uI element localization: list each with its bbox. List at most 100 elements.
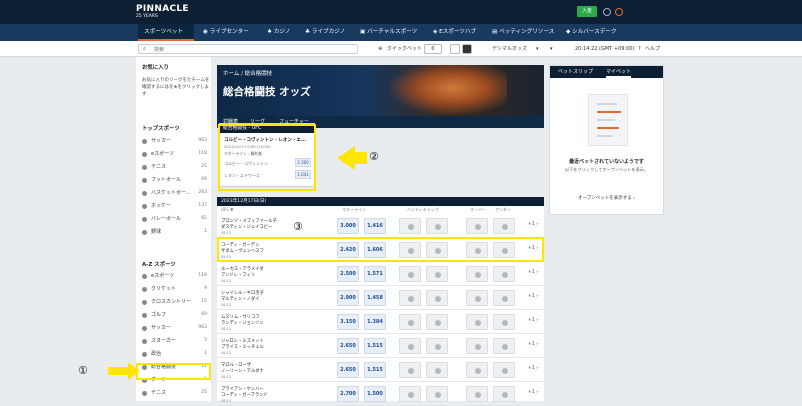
- sport-icon: [142, 325, 147, 331]
- table-row[interactable]: ブライアン・ケレハー コーディ・ガーブランド 08:15 2.700 1.500 +1 ›: [217, 383, 544, 406]
- odds-button-2[interactable]: 1.384: [364, 314, 386, 330]
- locked-odds: [466, 266, 488, 282]
- sidebar-item-top[interactable]: サッカー 963: [142, 136, 207, 146]
- tab-bet-slip[interactable]: ベットスリップ: [558, 66, 593, 78]
- lock-icon: [502, 320, 508, 326]
- nav-item-betting-resources[interactable]: ▤ ベッティングリソース: [492, 24, 554, 41]
- table-row[interactable]: ブロンゾ・メフィファール子 ダスティン・ジェイコビー 08:15 3.000 1.416…: [217, 215, 544, 238]
- table-row[interactable]: ルーカス・アラメイダ アンドレ・フィリ 08:15 2.500 1.571 +1 ›: [217, 263, 544, 286]
- language-select[interactable]: ▾: [550, 44, 553, 54]
- sidebar-item-az[interactable]: テニス 25: [142, 388, 207, 398]
- notification-icon[interactable]: [615, 8, 623, 16]
- nav-item-esports-hub[interactable]: ◈ Eスポーツハブ: [433, 24, 476, 41]
- sidebar-item-top[interactable]: ホッケー 137: [142, 201, 207, 211]
- sidebar-item-top[interactable]: バスケットボー... 263: [142, 188, 207, 198]
- sidebar-item-count: 15: [201, 299, 207, 304]
- help-link[interactable]: ヘルプ: [645, 44, 660, 54]
- lock-icon: [408, 320, 414, 326]
- sidebar-item-az[interactable]: 政治 1: [142, 349, 207, 359]
- sidebar-item-label: eスポーツ: [151, 273, 174, 279]
- more-markets-link[interactable]: +1 ›: [528, 318, 538, 323]
- locked-odds: [426, 218, 448, 234]
- tab-my-bets[interactable]: マイベット: [606, 66, 632, 78]
- nav-live-casino-icon: ♣: [305, 29, 312, 35]
- more-markets-link[interactable]: +1 ›: [528, 366, 538, 371]
- odds-button-2[interactable]: 1.515: [364, 362, 386, 378]
- odds-button-2[interactable]: 1.416: [364, 218, 386, 234]
- nav-item-sportsbet[interactable]: スポーツベット: [138, 24, 194, 41]
- sidebar-item-label: サッカー: [151, 138, 172, 144]
- toolbar: ⌕ 検索 ⊕ クイックベット 0 デシマルオッズ ▾ ▾ 20:14:22 (G…: [0, 41, 802, 57]
- lock-icon: [475, 224, 481, 230]
- odds-format-select[interactable]: デシマルオッズ: [492, 44, 527, 54]
- sidebar-item-az[interactable]: eスポーツ 118: [142, 271, 207, 281]
- sidebar-item-label: テニス: [151, 164, 167, 170]
- odds-button-1[interactable]: 2.650: [337, 362, 359, 378]
- table-row[interactable]: ジャロシ・ミズメット プライス・ミッチェル 08:15 2.650 1.515 +1 ›: [217, 335, 544, 358]
- breadcrumb[interactable]: ホーム / 総合格闘技: [223, 69, 272, 77]
- nav-item-live-casino[interactable]: ♣ ライブカジノ: [305, 24, 345, 41]
- sidebar-item-label: バレーボール: [151, 216, 182, 222]
- sidebar-item-az[interactable]: サッカー 963: [142, 323, 207, 333]
- table-row[interactable]: マロル・ローザ ノーリーン・アルダナ 08:15 2.650 1.515 +1 ›: [217, 359, 544, 382]
- nav-item-live-center[interactable]: ◉ ライブセンター: [203, 24, 249, 41]
- brand-subtitle: 25 YEARS: [136, 14, 158, 19]
- account-icon[interactable]: [603, 8, 611, 16]
- odds-button-2[interactable]: 1.515: [364, 338, 386, 354]
- league-filter[interactable]: UFC ▼: [221, 207, 233, 212]
- deposit-button[interactable]: 入金: [577, 6, 597, 17]
- sidebar-item-top[interactable]: テニス 25: [142, 162, 207, 172]
- sidebar-item-top[interactable]: 野球 1: [142, 227, 207, 237]
- annotation-arrow-2-shaft: [353, 152, 367, 164]
- more-markets-link[interactable]: +1 ›: [528, 270, 538, 275]
- odds-button-1[interactable]: 2.700: [337, 386, 359, 402]
- annotation-box-2: [218, 124, 316, 191]
- search-input[interactable]: ⌕ 検索: [138, 44, 358, 54]
- light-mode-toggle[interactable]: [450, 44, 460, 54]
- nav-item-silver-club[interactable]: ◆ シルバースデーク: [566, 24, 617, 41]
- lock-icon: [408, 224, 414, 230]
- sidebar-item-label: バスケットボー...: [151, 190, 191, 196]
- nav-item-virtual-sports[interactable]: ▣ バーチャルスポーツ: [360, 24, 417, 41]
- nav-item-casino[interactable]: ♠ カジノ: [267, 24, 290, 41]
- sidebar-item-az[interactable]: クロスカントリー 15: [142, 297, 207, 307]
- odds-button-1[interactable]: 3.000: [337, 218, 359, 234]
- odds-button-2[interactable]: 1.500: [364, 386, 386, 402]
- player-2-name: プライス・ミッチェル: [221, 345, 264, 350]
- table-row[interactable]: シャイレル・ギロ宝子 マルティン・ノダイ 08:15 2.900 1.458 +1 ›: [217, 287, 544, 310]
- dark-mode-toggle[interactable]: [462, 44, 472, 54]
- sidebar-item-az[interactable]: クリケット 9: [142, 284, 207, 294]
- locked-odds: [399, 218, 421, 234]
- sidebar-item-count: 963: [198, 138, 207, 143]
- locked-odds: [399, 338, 421, 354]
- odds-button-1[interactable]: 2.650: [337, 338, 359, 354]
- show-open-bets-link[interactable]: オープンベットを表示する ›: [550, 195, 663, 201]
- odds-button-1[interactable]: 3.150: [337, 314, 359, 330]
- odds-button-2[interactable]: 1.458: [364, 290, 386, 306]
- odds-button-1[interactable]: 2.900: [337, 290, 359, 306]
- sidebar-item-count: 1: [204, 351, 207, 356]
- odds-button-1[interactable]: 2.500: [337, 266, 359, 282]
- lock-icon: [408, 296, 414, 302]
- sidebar-item-count: 963: [198, 325, 207, 330]
- sidebar-item-top[interactable]: バレーボール 65: [142, 214, 207, 224]
- sidebar-item-top[interactable]: eスポーツ 118: [142, 149, 207, 159]
- locked-odds: [426, 338, 448, 354]
- col-handicap: ハンディキャップ: [407, 207, 439, 212]
- sidebar-item-az[interactable]: ゴルフ 69: [142, 310, 207, 320]
- sport-icon: [142, 151, 147, 157]
- quickbet-amount[interactable]: 0: [424, 44, 442, 54]
- sidebar-item-top[interactable]: フットボール 69: [142, 175, 207, 185]
- more-markets-link[interactable]: +1 ›: [528, 294, 538, 299]
- locked-odds: [399, 362, 421, 378]
- more-markets-link[interactable]: +1 ›: [528, 390, 538, 395]
- quickbet-icon: ⊕: [378, 46, 383, 52]
- odds-button-2[interactable]: 1.571: [364, 266, 386, 282]
- sidebar-item-az[interactable]: スヌーカー 3: [142, 336, 207, 346]
- more-markets-link[interactable]: +1 ›: [528, 222, 538, 227]
- locked-odds: [466, 218, 488, 234]
- sidebar-item-label: クリケット: [151, 286, 177, 292]
- more-markets-link[interactable]: +1 ›: [528, 342, 538, 347]
- table-row[interactable]: ムスリム・サリコフ ランディ・ジョンソン 08:15 3.150 1.384 +1 ›: [217, 311, 544, 334]
- brand-logo[interactable]: PINNACLE: [136, 4, 189, 14]
